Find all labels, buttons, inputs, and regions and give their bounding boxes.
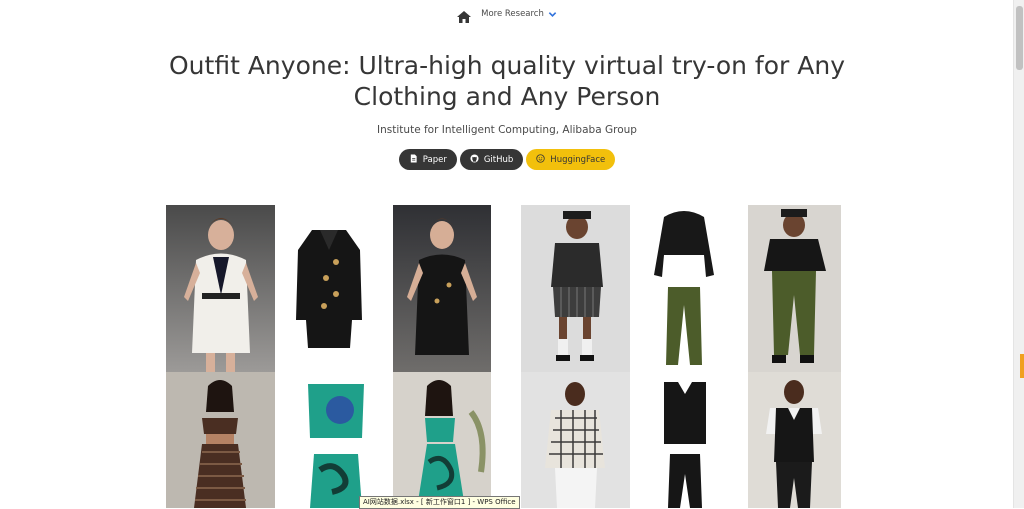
github-button[interactable]: GitHub <box>459 149 524 170</box>
model-photo-white-dress <box>166 205 275 372</box>
more-research-label: More Research <box>481 9 544 19</box>
file-icon <box>409 153 418 166</box>
paper-label: Paper <box>422 154 447 165</box>
scroll-marker <box>1020 354 1024 378</box>
model-photo-black-dress <box>393 205 491 372</box>
scrollbar-thumb[interactable] <box>1016 6 1023 70</box>
github-icon <box>470 153 479 166</box>
model-photo-patterned-set <box>166 372 275 508</box>
home-icon[interactable] <box>457 8 472 23</box>
model-photo-checked-jacket <box>521 372 630 508</box>
chevron-down-icon <box>548 10 557 19</box>
garment-teal-print-set <box>300 380 372 508</box>
model-photo-black-vest <box>748 372 841 508</box>
model-photo-teal-dress <box>393 372 491 508</box>
huggingface-icon <box>536 153 545 166</box>
title-line-1: Outfit Anyone: Ultra-high quality virtua… <box>169 51 845 80</box>
github-label: GitHub <box>483 154 514 165</box>
vertical-scrollbar[interactable] <box>1013 0 1024 508</box>
page-title: Outfit Anyone: Ultra-high quality virtua… <box>0 50 1014 112</box>
garment-black-vest-pants <box>656 376 714 508</box>
affiliation: Institute for Intelligent Computing, Ali… <box>377 124 637 136</box>
model-photo-hoodie-green-pants <box>748 205 841 372</box>
taskbar-tooltip: AI网站数据.xlsx - [ 新工作窗口1 ] - WPS Office <box>359 496 520 509</box>
paper-button[interactable]: Paper <box>398 149 457 170</box>
more-research-menu[interactable]: More Research <box>481 9 557 19</box>
title-line-2: Clothing and Any Person <box>353 82 661 111</box>
huggingface-button[interactable]: HuggingFace <box>526 149 616 170</box>
link-buttons: Paper GitHub HuggingFace <box>0 149 1014 170</box>
top-nav: More Research <box>0 0 1014 28</box>
garment-black-hoodie-green-pants <box>650 205 718 372</box>
garment-black-blazer-dress <box>290 220 368 355</box>
model-photo-striped-shorts <box>521 205 630 372</box>
huggingface-label: HuggingFace <box>550 154 606 165</box>
